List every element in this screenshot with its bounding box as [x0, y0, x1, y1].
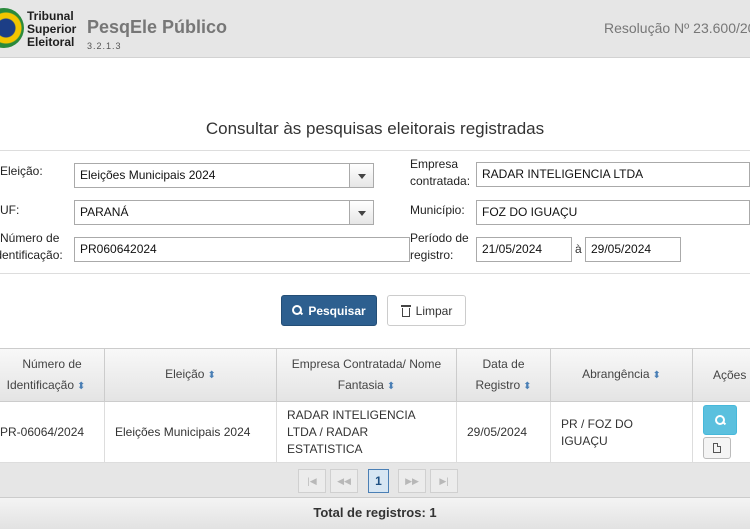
cell-abrangencia: PR / FOZ DO IGUAÇU — [551, 402, 693, 463]
sort-icon: ⬍ — [652, 370, 661, 381]
empresa-label-line1: Empresa — [410, 157, 459, 171]
uf-label: UF: — [0, 203, 20, 217]
empresa-input[interactable]: RADAR INTELIGENCIA LTDA — [476, 162, 750, 187]
column-header-line: Data de — [482, 356, 525, 371]
page-number-button[interactable]: 1 — [368, 469, 389, 493]
app-header: Tribunal Superior Eleitoral PesqEle Públ… — [0, 0, 750, 58]
column-header-empresa[interactable]: Empresa Contratada/ Nome Fantasia ⬍ — [277, 349, 457, 401]
column-header-line: Registro — [475, 377, 521, 392]
cell-numero: PR-06064/2024 — [0, 402, 105, 463]
trash-icon — [400, 304, 411, 317]
numero-label: Número de Identificação: — [0, 230, 63, 264]
eleicao-dropdown-button[interactable] — [349, 163, 374, 188]
cell-abrangencia-line: IGUAÇU — [561, 433, 608, 448]
cell-empresa: RADAR INTELIGENCIA LTDA / RADAR ESTATIST… — [277, 402, 457, 463]
numero-label-line2: Identificação: — [0, 248, 63, 262]
cell-abrangencia-line: PR / FOZ DO — [561, 416, 633, 431]
column-header-line: Ações — [713, 367, 747, 382]
search-button-label: Pesquisar — [308, 303, 366, 318]
empresa-label-line2: contratada: — [410, 174, 471, 188]
column-header-line: Empresa Contratada/ Nome — [291, 356, 442, 371]
column-header-numero[interactable]: Número de Identificação ⬍ — [0, 349, 105, 401]
column-header-acoes: Ações — [693, 349, 750, 401]
search-icon — [714, 414, 726, 426]
org-name: Tribunal Superior Eleitoral — [27, 10, 76, 49]
resolution-text: Resolução Nº 23.600/2019 — [604, 20, 750, 36]
page: Tribunal Superior Eleitoral PesqEle Públ… — [0, 0, 750, 529]
numero-identificacao-input[interactable]: PR060642024 — [74, 237, 410, 262]
first-page-button[interactable]: |◀ — [298, 469, 326, 493]
eleicao-label: Eleição: — [0, 164, 43, 178]
app-version: 3.2.1.3 — [87, 41, 122, 51]
column-header-line: Identificação — [6, 377, 74, 392]
results-table-header: Número de Identificação ⬍ Eleição ⬍ Empres… — [0, 348, 750, 402]
periodo-end-input[interactable]: 29/05/2024 — [585, 237, 681, 262]
column-header-abrangencia[interactable]: Abrangência ⬍ — [551, 349, 693, 401]
empresa-label: Empresa contratada: — [410, 156, 470, 190]
column-header-data[interactable]: Data de Registro ⬍ — [457, 349, 551, 401]
numero-label-line1: Número de — [0, 231, 60, 245]
document-button[interactable] — [703, 437, 731, 459]
last-page-button[interactable]: ▶| — [430, 469, 458, 493]
view-details-button[interactable] — [703, 405, 737, 435]
municipio-label: Município: — [410, 203, 465, 217]
uf-select[interactable]: PARANÁ — [74, 200, 350, 225]
cell-data: 29/05/2024 — [457, 402, 551, 463]
page-title: Consultar às pesquisas eleitorais regist… — [205, 119, 545, 138]
periodo-label: Período de registro: — [410, 230, 469, 264]
column-header-line: Número de — [22, 356, 82, 371]
sort-icon: ⬍ — [386, 380, 396, 392]
org-line: Eleitoral — [27, 35, 75, 49]
uf-dropdown-button[interactable] — [349, 200, 374, 225]
search-icon — [292, 305, 303, 316]
cell-empresa-line: LTDA / RADAR — [287, 425, 369, 439]
app-title: PesqEle Público — [87, 17, 228, 37]
municipio-input[interactable]: FOZ DO IGUAÇU — [476, 200, 750, 225]
column-header-eleicao[interactable]: Eleição ⬍ — [105, 349, 277, 401]
next-page-button[interactable]: ▶▶ — [398, 469, 426, 493]
total-records: Total de registros: 1 — [0, 498, 750, 529]
periodo-label-line1: Período de — [410, 231, 469, 245]
prev-page-button[interactable]: ◀◀ — [330, 469, 358, 493]
cell-eleicao: Eleições Municipais 2024 — [105, 402, 277, 463]
eleicao-select[interactable]: Eleições Municipais 2024 — [74, 163, 350, 188]
sort-icon: ⬍ — [207, 370, 216, 381]
column-header-line: Eleição — [165, 367, 205, 381]
tse-logo — [0, 8, 24, 48]
sort-icon: ⬍ — [523, 380, 532, 392]
table-row: PR-06064/2024 Eleições Municipais 2024 R… — [0, 402, 750, 463]
sort-icon: ⬍ — [77, 380, 86, 392]
column-header-line: Abrangência — [582, 367, 650, 381]
periodo-start-input[interactable]: 21/05/2024 — [476, 237, 572, 262]
periodo-label-line2: registro: — [410, 248, 454, 262]
search-button[interactable]: Pesquisar — [281, 295, 377, 326]
periodo-separator: à — [575, 242, 582, 256]
cell-empresa-line: RADAR INTELIGENCIA — [287, 408, 416, 422]
document-icon — [713, 443, 721, 453]
cell-empresa-line: ESTATISTICA — [287, 442, 363, 456]
clear-button-label: Limpar — [415, 303, 453, 318]
clear-button[interactable]: Limpar — [387, 295, 466, 326]
column-header-line: Fantasia — [337, 377, 384, 392]
